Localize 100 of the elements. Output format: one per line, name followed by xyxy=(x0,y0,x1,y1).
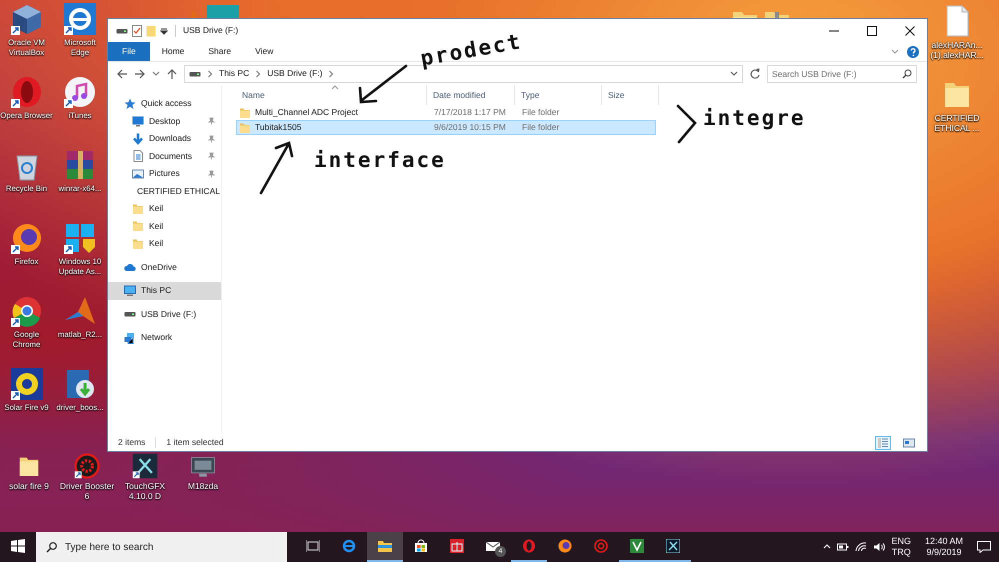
cube-icon[interactable] xyxy=(10,2,44,36)
nav-item[interactable]: Keil xyxy=(108,235,221,252)
network-icon xyxy=(124,332,136,344)
sun-icon[interactable] xyxy=(10,367,44,401)
nav-item[interactable]: CERTIFIED ETHICAL xyxy=(108,182,221,200)
wifi-icon[interactable] xyxy=(855,542,868,552)
chevron-down-icon xyxy=(152,70,160,78)
nav-item[interactable]: Keil xyxy=(108,218,221,235)
file-explorer-button[interactable] xyxy=(367,532,403,562)
column-header[interactable]: Size xyxy=(602,85,659,105)
desktop-icon-label[interactable]: TouchGFX 4.10.0 D xyxy=(116,481,174,501)
column-header[interactable]: Type xyxy=(515,85,602,105)
battery-icon[interactable] xyxy=(837,542,850,552)
browser-icon[interactable] xyxy=(63,2,97,36)
windows-icon[interactable] xyxy=(63,221,97,255)
touchgfx-icon[interactable] xyxy=(132,453,158,479)
search-box[interactable]: Search USB Drive (F:) xyxy=(767,64,917,82)
nav-item[interactable]: Keil xyxy=(108,200,221,218)
fox-globe-icon[interactable] xyxy=(558,539,572,553)
nav-item[interactable]: Documents xyxy=(108,148,221,165)
column-header[interactable]: Name xyxy=(236,85,427,105)
file-name: Multi_Channel ADC Project xyxy=(255,106,358,119)
chevron-down-icon xyxy=(730,70,738,78)
mail-icon[interactable] xyxy=(486,539,500,553)
gear-icon[interactable] xyxy=(74,453,100,479)
maximize-icon[interactable] xyxy=(867,26,877,36)
task-view-icon[interactable] xyxy=(306,539,320,553)
file-row[interactable]: Multi_Channel ADC Project 7/17/2018 1:17 PM File folder xyxy=(236,105,656,120)
desktop-icon-label[interactable]: Driver Booster 6 xyxy=(58,481,116,501)
ribbon-tab[interactable]: View xyxy=(243,42,286,61)
file-explorer-icon[interactable] xyxy=(378,539,392,553)
hand-drawn-bracket xyxy=(675,103,699,145)
desktop-icon-label[interactable]: solar fire 9 xyxy=(9,481,49,491)
nav-item[interactable]: OneDrive xyxy=(108,258,221,276)
item-count: 2 items xyxy=(118,436,146,449)
music-note-icon[interactable] xyxy=(63,75,97,109)
refresh-button[interactable] xyxy=(749,68,761,80)
expand-ribbon-button[interactable] xyxy=(891,48,899,56)
chevron-icon xyxy=(206,70,214,78)
nav-item[interactable]: This PC xyxy=(108,282,221,300)
clock[interactable]: 12:40 AM 9/9/2019 xyxy=(924,536,963,558)
desktop-icon-label[interactable]: M18zda xyxy=(188,481,218,491)
ribbon-tab[interactable]: Share xyxy=(196,42,244,61)
monitor-icon xyxy=(132,115,144,128)
properties-icon[interactable] xyxy=(132,24,142,36)
hand-drawn-arrow xyxy=(356,64,408,106)
window-title: USB Drive (F:) xyxy=(183,24,238,37)
help-button[interactable] xyxy=(907,46,919,58)
nav-item[interactable]: Quick access xyxy=(108,95,221,112)
cloud-icon xyxy=(124,261,136,274)
folder-icon xyxy=(132,220,144,232)
nav-item[interactable]: Network xyxy=(108,329,221,346)
nav-item[interactable]: Pictures xyxy=(108,165,221,182)
breadcrumb[interactable]: This PC xyxy=(219,67,250,80)
selection-status: 1 item selected xyxy=(166,436,224,449)
windows-logo-icon[interactable] xyxy=(11,539,25,553)
chrome-icon[interactable] xyxy=(10,294,44,328)
touchgfx-icon[interactable] xyxy=(666,539,680,553)
forward-button[interactable] xyxy=(134,68,146,80)
folder-icon xyxy=(132,238,144,250)
file-menu-tab[interactable]: File xyxy=(108,42,150,61)
show-hidden-icons-button[interactable] xyxy=(823,543,832,551)
notifications-icon[interactable] xyxy=(977,541,991,553)
chevron-icon xyxy=(327,70,336,78)
picture-icon xyxy=(132,168,144,180)
up-button[interactable] xyxy=(166,68,178,80)
keil-icon[interactable] xyxy=(630,539,644,553)
monitor-icon xyxy=(124,284,136,297)
taskbar-search-field[interactable]: Type here to search xyxy=(65,532,265,562)
document-icon xyxy=(132,150,144,162)
dropdown-icon[interactable] xyxy=(160,26,168,34)
ring-icon[interactable] xyxy=(10,75,44,109)
close-icon[interactable] xyxy=(905,26,915,36)
back-button[interactable] xyxy=(116,68,128,80)
type-cell-text: File folder xyxy=(521,106,560,119)
nav-item[interactable]: USB Drive (F:) xyxy=(108,306,221,323)
address-dropdown-button[interactable] xyxy=(730,70,738,78)
chevron-icon xyxy=(254,70,262,78)
down-arrow-icon xyxy=(132,132,144,145)
column-header[interactable]: Date modified xyxy=(427,85,515,105)
browser-icon[interactable] xyxy=(342,539,356,553)
speaker-icon[interactable] xyxy=(873,542,886,552)
breadcrumb[interactable]: USB Drive (F:) xyxy=(267,67,322,80)
chevron-up-icon xyxy=(823,543,832,551)
taskbar-search-box[interactable]: Type here to search xyxy=(36,532,287,562)
date-cell-text: 9/6/2019 10:15 PM xyxy=(433,121,507,134)
hand-drawn-arrow xyxy=(258,140,296,196)
ribbon-tab[interactable]: Home xyxy=(150,42,196,61)
gift-icon[interactable] xyxy=(450,539,464,553)
search-icon xyxy=(902,68,912,78)
file-row[interactable]: Tubitak1505 9/6/2019 10:15 PM File folder xyxy=(236,120,656,135)
nav-item[interactable]: Desktop xyxy=(108,112,221,130)
folder-icon xyxy=(239,106,251,118)
store-icon[interactable] xyxy=(414,539,428,553)
input-language-indicator[interactable]: ENG TRQ xyxy=(891,536,911,558)
handwritten-note: interface xyxy=(314,150,446,171)
nav-item[interactable]: Downloads xyxy=(108,130,221,148)
recent-locations-button[interactable] xyxy=(152,70,160,78)
fox-globe-icon[interactable] xyxy=(10,221,44,255)
type-cell-text: File folder xyxy=(521,121,560,134)
